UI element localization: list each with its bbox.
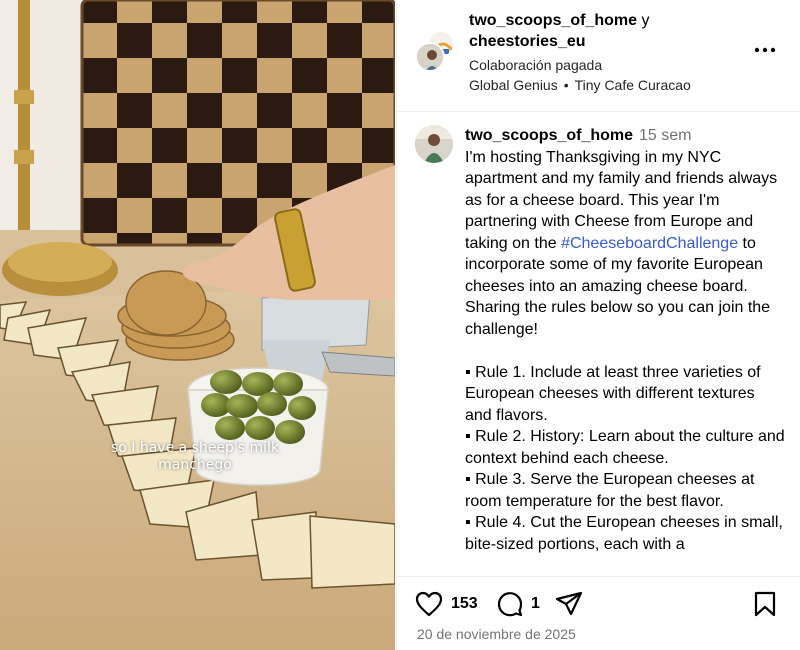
rule-item: ▪ Rule 3. Serve the European cheeses at … <box>465 471 755 510</box>
comment-button[interactable]: 1 <box>497 591 540 617</box>
caption-body: two_scoops_of_home 15 sem I'm hosting Tha… <box>465 125 785 555</box>
caption-comment: two_scoops_of_home 15 sem I'm hosting Tha… <box>397 113 800 568</box>
post-panel: two_scoops_of_home y cheestories_eu Cola… <box>396 0 800 650</box>
caption-timestamp[interactable]: 15 sem <box>639 127 691 144</box>
heart-icon <box>415 591 443 617</box>
post-date[interactable]: 20 de noviembre de 2025 <box>417 626 576 642</box>
rule-item: ▪ Rule 4. Cut the European cheeses in sm… <box>465 514 783 553</box>
post-header-text: two_scoops_of_home y cheestories_eu Cola… <box>469 10 759 95</box>
collab-avatars[interactable] <box>415 30 459 74</box>
audio-location-line: Global Genius • Tiny Cafe Curacao <box>469 75 759 95</box>
post-header: two_scoops_of_home y cheestories_eu Cola… <box>397 0 800 112</box>
caption-text: I'm hosting Thanksgiving in my NYC apart… <box>465 147 785 341</box>
like-count[interactable]: 153 <box>451 595 478 613</box>
save-button[interactable] <box>753 591 777 617</box>
video-caption-overlay: so I have a sheep's milk manchego <box>110 440 280 473</box>
rules-list: ▪ Rule 1. Include at least three varieti… <box>465 362 785 556</box>
like-button[interactable]: 153 <box>415 591 478 617</box>
paid-partnership-label[interactable]: Colaboración pagada <box>469 55 759 75</box>
meta-separator: • <box>563 77 569 93</box>
share-button[interactable] <box>555 591 583 617</box>
avatar[interactable] <box>415 125 453 163</box>
rule-item: ▪ Rule 2. History: Learn about the cultu… <box>465 428 785 467</box>
cheese-board-photo <box>0 0 395 650</box>
avatar[interactable] <box>415 42 445 72</box>
rule-item: ▪ Rule 1. Include at least three varieti… <box>465 363 761 424</box>
username-link[interactable]: two_scoops_of_home <box>469 12 637 29</box>
action-bar: 153 1 <box>397 576 800 617</box>
collab-username-link[interactable]: cheestories_eu <box>469 33 586 50</box>
comment-count[interactable]: 1 <box>531 595 540 613</box>
hashtag-link[interactable]: #CheeseboardChallenge <box>561 235 738 252</box>
location-link[interactable]: Tiny Cafe Curacao <box>575 77 691 93</box>
post-media[interactable]: so I have a sheep's milk manchego <box>0 0 395 650</box>
audio-link[interactable]: Global Genius <box>469 77 558 93</box>
share-icon <box>555 591 583 616</box>
more-options-button[interactable] <box>753 40 777 60</box>
caption-username-link[interactable]: two_scoops_of_home <box>465 127 633 144</box>
header-joiner: y <box>637 12 650 29</box>
more-horizontal-icon <box>754 47 776 53</box>
comment-icon <box>497 592 523 617</box>
bookmark-icon <box>754 591 776 617</box>
